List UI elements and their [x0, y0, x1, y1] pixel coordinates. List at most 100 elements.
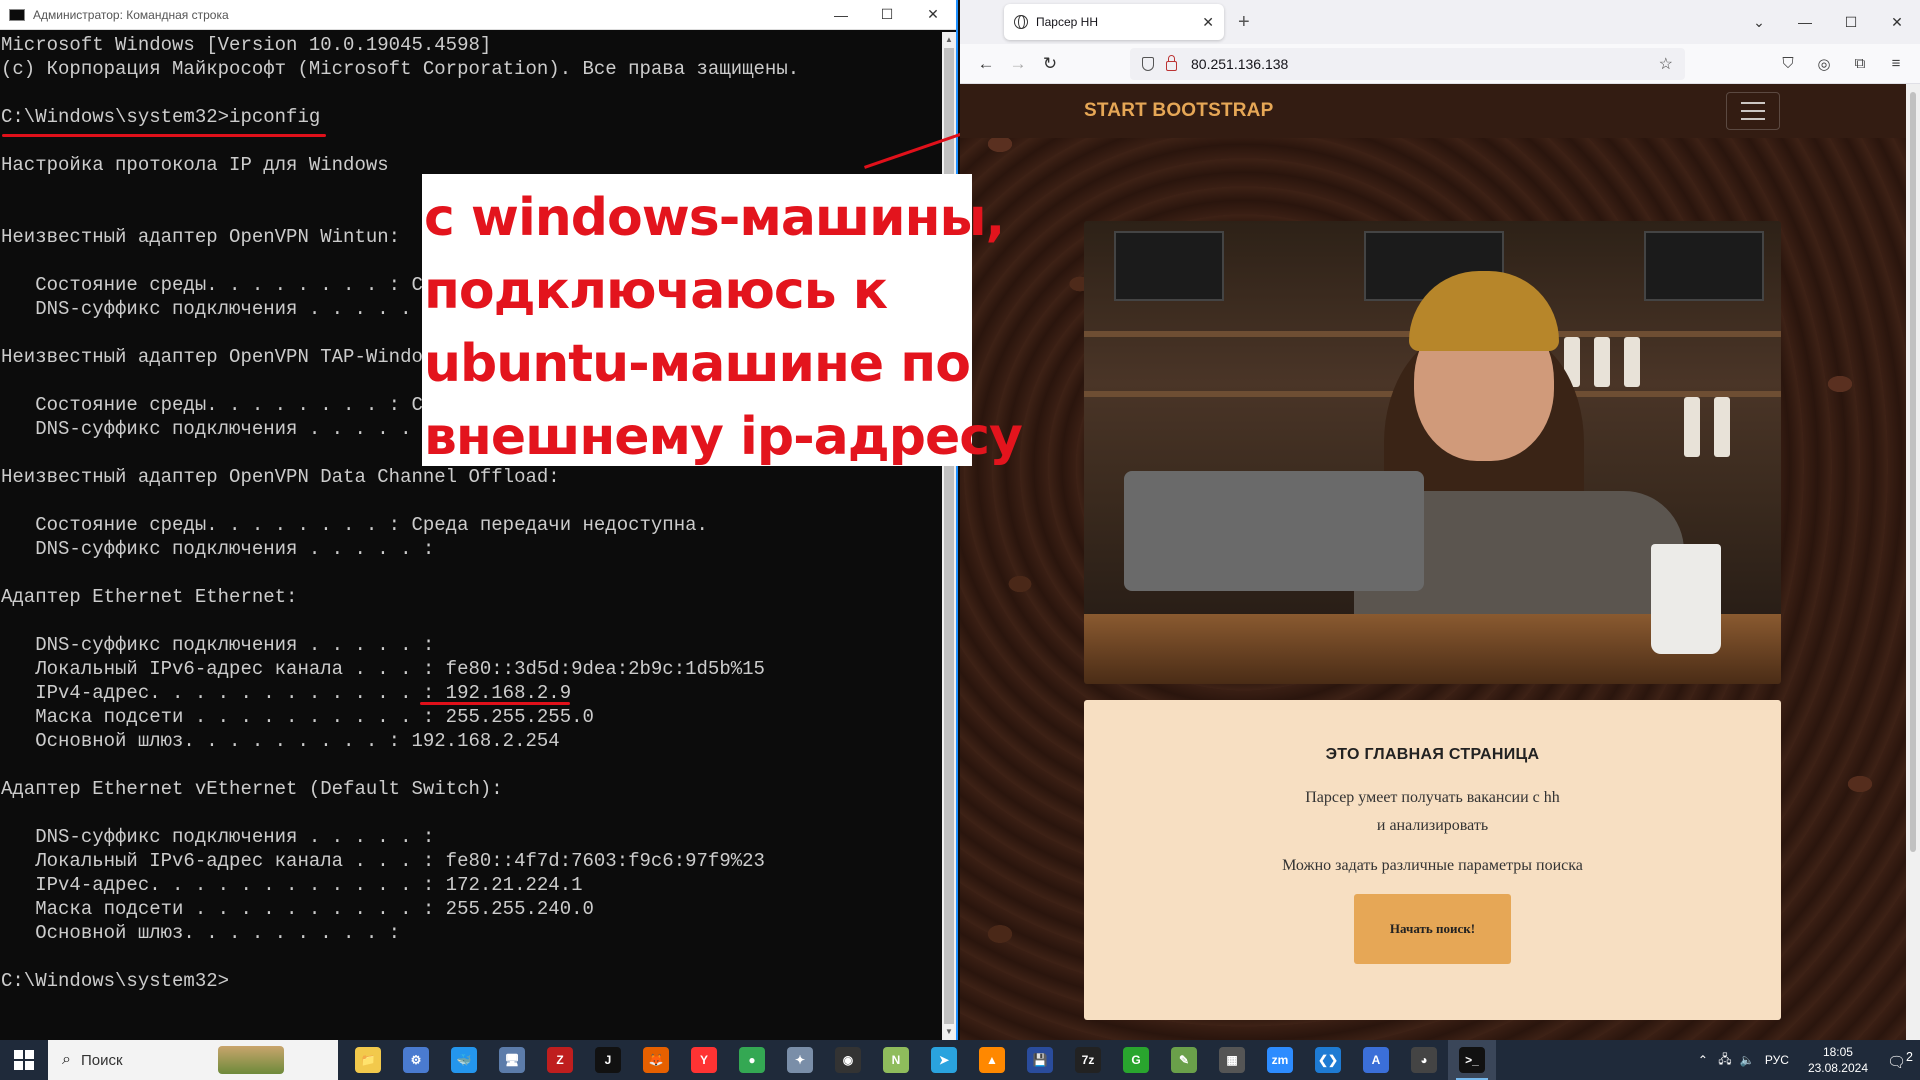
network-app-icon: ⚙: [403, 1047, 429, 1073]
command-prompt-icon: >_: [1459, 1047, 1485, 1073]
cmd-line: Состояние среды. . . . . . . . : Среда п…: [1, 514, 708, 536]
browser-minimize-button[interactable]: —: [1782, 14, 1828, 30]
cmd-line: Microsoft Windows [Version 10.0.19045.45…: [1, 34, 492, 56]
scroll-down-icon[interactable]: ▼: [942, 1024, 956, 1040]
minimize-button[interactable]: —: [818, 0, 864, 30]
shield-icon[interactable]: [1142, 56, 1154, 71]
taskbar-app-notepad-plus[interactable]: N: [872, 1040, 920, 1080]
browser-window[interactable]: Парсер HH ✕ + ⌄ — ☐ ✕ ← → ↻ 80.251.136.1…: [960, 0, 1920, 1040]
close-button[interactable]: ✕: [910, 0, 956, 30]
taskbar-app-chrome[interactable]: ●: [728, 1040, 776, 1080]
green-app-icon: G: [1123, 1047, 1149, 1073]
extensions-icon[interactable]: ⧉: [1842, 55, 1878, 73]
taskbar-search[interactable]: ⌕ Поиск: [48, 1040, 338, 1080]
intro-text-line-2: и анализировать: [1376, 817, 1489, 834]
app-cat-icon: ◉: [835, 1047, 861, 1073]
tab-parser-hh[interactable]: Парсер HH ✕: [1004, 4, 1224, 40]
cmd-window[interactable]: Администратор: Командная строка — ☐ ✕ Mi…: [0, 0, 958, 1040]
cmd-line: Локальный IPv6-адрес канала . . . : fe80…: [1, 850, 765, 872]
taskbar-app-app-bird[interactable]: ✦: [776, 1040, 824, 1080]
taskbar-app-7zip[interactable]: 7z: [1064, 1040, 1112, 1080]
notification-count: 2: [1906, 1049, 1913, 1064]
cmd-line: IPv4-адрес. . . . . . . . . . . . : 172.…: [1, 874, 583, 896]
clock[interactable]: 18:05 23.08.2024: [1808, 1044, 1868, 1076]
cmd-line: Основной шлюз. . . . . . . . . : 192.168…: [1, 730, 560, 752]
search-highlight-image[interactable]: [218, 1046, 284, 1074]
docker-icon: 🐳: [451, 1047, 477, 1073]
browser-close-button[interactable]: ✕: [1874, 14, 1920, 31]
taskbar-app-notepad-edit[interactable]: ✎: [1160, 1040, 1208, 1080]
language-indicator[interactable]: РУС: [1758, 1053, 1796, 1067]
volume-icon[interactable]: 🔈: [1736, 1053, 1758, 1067]
back-button[interactable]: ←: [970, 48, 1002, 80]
taskbar-app-firefox[interactable]: 🦊: [632, 1040, 680, 1080]
bookmark-star-icon[interactable]: ☆: [1659, 54, 1673, 74]
taskbar-app-calculator[interactable]: ▦: [1208, 1040, 1256, 1080]
windows-logo-icon: [14, 1050, 34, 1070]
cmd-app-icon: [9, 8, 25, 21]
tray-overflow-icon[interactable]: ⌃: [1692, 1053, 1714, 1067]
cmd-titlebar[interactable]: Администратор: Командная строка — ☐ ✕: [0, 0, 956, 30]
taskbar-app-green-app[interactable]: G: [1112, 1040, 1160, 1080]
new-tab-button[interactable]: +: [1238, 11, 1250, 34]
notepad-edit-icon: ✎: [1171, 1047, 1197, 1073]
taskbar-app-remote-desktop[interactable]: 🖥: [488, 1040, 536, 1080]
remote-desktop-icon: 🖥: [499, 1047, 525, 1073]
intro-text-line-1: Парсер умеет получать вакансии с hh: [1305, 789, 1560, 806]
taskbar: ⌕ Поиск 📁 ⚙ 🐳 🖥 Z J 🦊 Y ● ✦ ◉ N ➤ ▲ 💾 7z G ✎ ▦ zm ❮❯ A ◕ >_ ⌃ 🖧…: [0, 1040, 1920, 1080]
clock-time: 18:05: [1822, 1045, 1853, 1059]
cmd-line: Адаптер Ethernet Ethernet:: [1, 586, 298, 608]
taskbar-app-app-mascot[interactable]: ◕: [1400, 1040, 1448, 1080]
cmd-line: [1, 561, 941, 585]
taskbar-app-jetbrains[interactable]: J: [584, 1040, 632, 1080]
hamburger-menu-icon[interactable]: [1726, 92, 1780, 130]
maximize-button[interactable]: ☐: [864, 0, 910, 30]
reload-button[interactable]: ↻: [1034, 48, 1066, 80]
start-button[interactable]: [0, 1040, 48, 1080]
page-scrollbar[interactable]: [1906, 84, 1920, 1040]
menu-icon[interactable]: ≡: [1878, 55, 1914, 73]
taskbar-app-app-cat[interactable]: ◉: [824, 1040, 872, 1080]
taskbar-app-network-app[interactable]: ⚙: [392, 1040, 440, 1080]
7zip-icon: 7z: [1075, 1047, 1101, 1073]
vlc-icon: ▲: [979, 1047, 1005, 1073]
taskbar-app-app-a[interactable]: A: [1352, 1040, 1400, 1080]
app-a-icon: A: [1363, 1047, 1389, 1073]
insecure-lock-icon[interactable]: [1166, 54, 1177, 71]
taskbar-app-vscode[interactable]: ❮❯: [1304, 1040, 1352, 1080]
list-tabs-icon[interactable]: ⌄: [1736, 14, 1782, 31]
taskbar-app-yandex-browser[interactable]: Y: [680, 1040, 728, 1080]
taskbar-app-vlc[interactable]: ▲: [968, 1040, 1016, 1080]
taskbar-app-zoom[interactable]: zm: [1256, 1040, 1304, 1080]
cmd-line: C:\Windows\system32>: [1, 970, 230, 992]
forward-button[interactable]: →: [1002, 48, 1034, 80]
notification-center-icon[interactable]: 🗨2: [1880, 1050, 1920, 1071]
account-icon[interactable]: ◎: [1806, 55, 1842, 73]
address-bar[interactable]: 80.251.136.138 ☆: [1130, 47, 1685, 80]
taskbar-app-file-explorer[interactable]: 📁: [344, 1040, 392, 1080]
cmd-line: DNS-суффикс подключения . . . . . :: [1, 634, 435, 656]
search-icon: ⌕: [62, 1051, 71, 1068]
ip-underline: [420, 702, 570, 705]
url-text[interactable]: 80.251.136.138: [1191, 56, 1288, 72]
ipconfig-underline: [2, 134, 326, 137]
start-search-button[interactable]: Начать поиск!: [1354, 894, 1511, 964]
tab-close-icon[interactable]: ✕: [1202, 14, 1214, 31]
taskbar-app-telegram[interactable]: ➤: [920, 1040, 968, 1080]
tab-strip[interactable]: Парсер HH ✕ + ⌄ — ☐ ✕: [960, 0, 1920, 44]
page-heading: ЭТО ГЛАВНАЯ СТРАНИЦА: [1325, 746, 1540, 763]
site-navbar: START BOOTSTRAP: [960, 84, 1906, 138]
taskbar-app-command-prompt[interactable]: >_: [1448, 1040, 1496, 1080]
notepad-plus-icon: N: [883, 1047, 909, 1073]
cmd-line: Локальный IPv6-адрес канала . . . : fe80…: [1, 658, 765, 680]
site-brand[interactable]: START BOOTSTRAP: [1084, 100, 1273, 122]
taskbar-app-docker[interactable]: 🐳: [440, 1040, 488, 1080]
taskbar-app-floppy-save[interactable]: 💾: [1016, 1040, 1064, 1080]
pocket-icon[interactable]: ⛉: [1770, 55, 1806, 73]
browser-maximize-button[interactable]: ☐: [1828, 14, 1874, 31]
cmd-line: [1, 753, 941, 777]
network-icon[interactable]: 🖧: [1714, 1050, 1736, 1071]
page-scroll-thumb[interactable]: [1910, 92, 1916, 852]
scroll-up-icon[interactable]: ▲: [942, 32, 956, 48]
taskbar-app-filezilla[interactable]: Z: [536, 1040, 584, 1080]
